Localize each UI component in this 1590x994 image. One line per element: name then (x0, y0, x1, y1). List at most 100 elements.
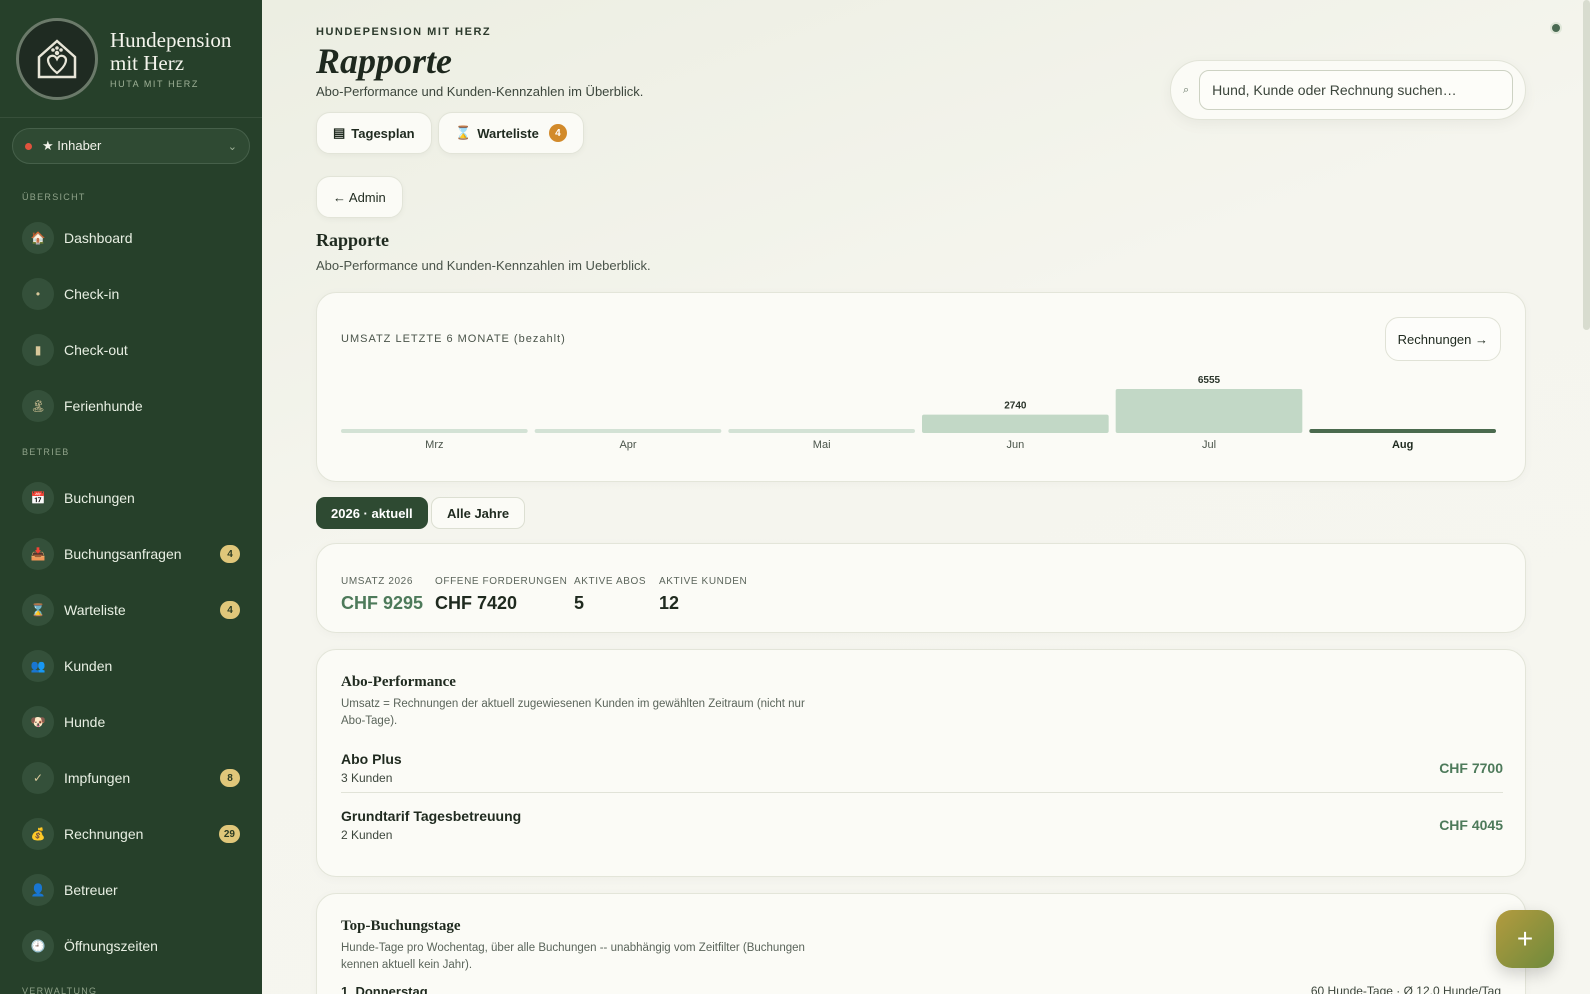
bar-jul (1115, 389, 1303, 433)
kpi-label: AKTIVE ABOS (574, 576, 647, 587)
admin-back-button[interactable]: ← Admin (316, 176, 403, 218)
abo-customer-count: 3 Kunden (341, 770, 393, 785)
sidebar-item-dashboard[interactable]: 🏠 Dashboard (22, 222, 240, 254)
kpi-value: 12 (659, 593, 680, 613)
money-bag-icon: 💰 (22, 818, 54, 850)
abo-performance-description: Umsatz = Rechnungen der aktuell zugewies… (341, 698, 805, 727)
brand-subtitle: HUTA MIT HERZ (110, 78, 199, 89)
x-tick-label: Aug (1392, 439, 1413, 451)
tagesplan-button[interactable]: ▤ Tagesplan (316, 112, 432, 154)
kpi-aktive-abos: AKTIVE ABOS 5 (574, 576, 646, 614)
section-label-uebersicht: ÜBERSICHT (22, 192, 86, 202)
abo-amount: CHF 7700 (1439, 759, 1503, 776)
abo-performance-title: Abo-Performance (341, 674, 456, 690)
sidebar-item-badge: 4 (220, 545, 240, 563)
hourglass-icon: ⌛ (22, 594, 54, 626)
sidebar-item-buchungsanfragen[interactable]: 📥 Buchungsanfragen 4 (22, 538, 240, 570)
x-tick-label: Jun (1006, 439, 1024, 451)
dog-icon: 🐶 (22, 706, 54, 738)
sidebar-item-label: Warteliste (64, 602, 126, 618)
top-day-value: 60 Hunde-Tage · Ø 12.0 Hunde/Tag (1310, 984, 1501, 994)
kpi-label: UMSATZ 2026 (341, 576, 413, 587)
door-icon: ▮ (22, 334, 54, 366)
calendar-icon: 📅 (22, 482, 54, 514)
x-tick-label: Jul (1202, 439, 1216, 451)
sidebar-item-check-out[interactable]: ▮ Check-out (22, 334, 240, 366)
kpi-offene-forderungen: OFFENE FORDERUNGEN CHF 7420 (435, 576, 567, 614)
hourglass-icon: ⌛ (455, 125, 472, 140)
bar-aug (1309, 429, 1496, 433)
kpi-value: 5 (574, 593, 585, 613)
section-label-betrieb: BETRIEB (22, 447, 70, 457)
sidebar-item-warteliste[interactable]: ⌛ Warteliste 4 (22, 594, 240, 626)
sidebar-item-ferienhunde[interactable]: 🏝 Ferienhunde (22, 390, 240, 422)
paw-logo-icon[interactable] (16, 17, 98, 100)
revenue-chart-card: UMSATZ LETZTE 6 MONATE (bezahlt) Rechnun… (316, 292, 1526, 482)
sidebar-item-label: Check-in (64, 286, 120, 302)
search-bar: ⌕ (1170, 60, 1526, 120)
plus-icon: + (1516, 923, 1534, 954)
sidebar-item-label: Impfungen (64, 770, 131, 786)
chevron-down-icon: ⌄ (227, 140, 237, 153)
sidebar: Hundepension mit Herz HUTA MIT HERZ ★ Inh… (0, 0, 262, 994)
warteliste-button[interactable]: ⌛ Warteliste 4 (438, 112, 584, 154)
sidebar-item-öffnungszeiten[interactable]: 🕘 Öffnungszeiten (22, 930, 240, 962)
sidebar-item-hunde[interactable]: 🐶 Hunde (22, 706, 240, 738)
sidebar-item-label: Check-out (64, 342, 128, 358)
abo-row[interactable]: Abo Plus 3 Kunden CHF 7700 (341, 743, 1503, 793)
bar-value-label: 6555 (1198, 375, 1221, 386)
house-icon: 🏠 (22, 222, 54, 254)
admin-back-label: ← Admin (333, 189, 386, 205)
sidebar-item-check-in[interactable]: • Check-in (22, 278, 240, 310)
scrollbar[interactable] (1583, 0, 1590, 330)
dot-icon: • (22, 278, 54, 310)
kpi-aktive-kunden: AKTIVE KUNDEN 12 (659, 576, 747, 614)
year-filter-all[interactable]: Alle Jahre (431, 497, 526, 529)
people-icon: 👥 (22, 650, 54, 682)
warteliste-badge: 4 (548, 124, 567, 142)
bar-mai (728, 429, 915, 433)
section-subtitle: Abo-Performance und Kunden-Kennzahlen im… (316, 258, 651, 273)
sidebar-item-label: Öffnungszeiten (64, 938, 158, 954)
check-icon: ✓ (22, 762, 54, 794)
kpi-umsatz: UMSATZ 2026 CHF 9295 (341, 576, 423, 614)
sidebar-item-label: Rechnungen (64, 826, 144, 842)
bar-value-label: 2740 (1004, 401, 1027, 412)
sidebar-item-label: Dashboard (64, 230, 133, 246)
add-button[interactable]: + (1496, 910, 1554, 968)
sidebar-item-label: Ferienhunde (64, 398, 143, 414)
top-buchungstage-card: Top-Buchungstage Hunde-Tage pro Wochenta… (316, 893, 1526, 994)
abo-row[interactable]: Grundtarif Tagesbetreuung 2 Kunden CHF 4… (341, 800, 1503, 850)
top-days-title: Top-Buchungstage (341, 918, 461, 934)
bar-jun (922, 414, 1109, 433)
top-day-label: 1. Donnerstag (341, 984, 428, 994)
abo-performance-card: Abo-Performance Umsatz = Rechnungen der … (316, 649, 1526, 877)
tagesplan-label: Tagesplan (351, 125, 415, 141)
section-label-verwaltung: VERWALTUNG (22, 986, 98, 994)
sidebar-item-rechnungen[interactable]: 💰 Rechnungen 29 (22, 818, 240, 850)
sidebar-item-buchungen[interactable]: 📅 Buchungen (22, 482, 240, 514)
brand-title: Hundepension mit Herz (110, 27, 232, 75)
search-icon: ⌕ (1183, 83, 1190, 96)
connection-status-dot (1550, 22, 1562, 34)
year-filter-current[interactable]: 2026 · aktuell (316, 497, 428, 529)
brand-header: Hundepension mit Herz HUTA MIT HERZ (0, 0, 262, 118)
sidebar-item-kunden[interactable]: 👥 Kunden (22, 650, 240, 682)
page-subtitle: Abo-Performance und Kunden-Kennzahlen im… (316, 84, 644, 99)
abo-name: Abo Plus (341, 750, 402, 767)
sidebar-item-badge: 8 (220, 769, 240, 787)
role-selector[interactable]: ★ Inhaber ⌄ (12, 128, 250, 164)
sidebar-item-betreuer[interactable]: 👤 Betreuer (22, 874, 240, 906)
search-input[interactable] (1199, 70, 1513, 110)
clipboard-icon: ▤ (333, 125, 346, 140)
page-title: Rapporte (316, 41, 453, 81)
kpi-value: CHF 9295 (341, 593, 424, 613)
sidebar-item-label: Hunde (64, 714, 106, 730)
sidebar-item-impfungen[interactable]: ✓ Impfungen 8 (22, 762, 240, 794)
clock-icon: 🕘 (22, 930, 54, 962)
sidebar-item-label: Betreuer (64, 882, 118, 898)
sidebar-item-badge: 4 (220, 601, 240, 619)
kpi-label: AKTIVE KUNDEN (659, 576, 748, 587)
abo-name: Grundtarif Tagesbetreuung (341, 808, 522, 824)
page-kicker: HUNDEPENSION MIT HERZ (316, 26, 492, 38)
